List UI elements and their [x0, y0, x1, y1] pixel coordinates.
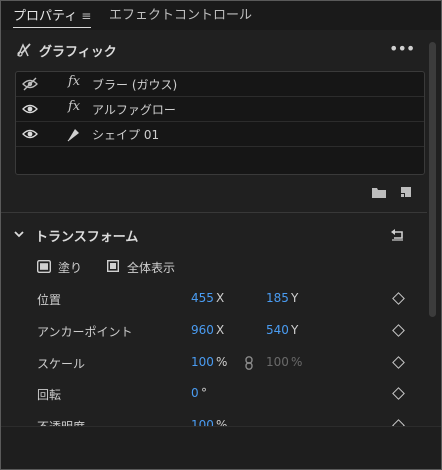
tab-effect-controls[interactable]: エフェクトコントロール [109, 6, 252, 26]
unit-percent: % [216, 355, 228, 369]
pen-icon [67, 129, 79, 142]
fx-icon: fx [68, 74, 81, 89]
graphics-layer-list: fx ブラー (ガウス) fx アルファグロー シェイプ 01 [15, 71, 425, 175]
section-divider [1, 212, 427, 213]
chevron-down-icon[interactable] [13, 228, 25, 240]
scale-height-value: 100 [266, 355, 289, 369]
tab-bar: プロパティ ≡ エフェクトコントロール [1, 1, 441, 30]
prop-row-scale: スケール 100 % 100 % [1, 355, 427, 375]
prop-row-anchor-point: アンカーポイント 960 X 540 Y [1, 323, 427, 343]
position-x-value[interactable]: 455 [191, 291, 214, 305]
keyframe-diamond-icon[interactable] [392, 387, 405, 400]
anchor-x-value[interactable]: 960 [191, 323, 214, 337]
graphics-section-title: グラフィック [39, 45, 117, 60]
panel-content: グラフィック ••• fx ブラー (ガウス) fx アルファグロー シェイプ … [1, 30, 427, 434]
transform-section-title[interactable]: トランスフォーム [35, 226, 138, 245]
rotation-value[interactable]: 0 [191, 386, 199, 400]
layer-row-alpha-glow[interactable]: fx アルファグロー [16, 97, 424, 122]
new-layer-icon[interactable] [399, 185, 413, 199]
fx-icon: fx [68, 99, 81, 114]
keyframe-diamond-icon[interactable] [392, 292, 405, 305]
layer-row-gaussian-blur[interactable]: fx ブラー (ガウス) [16, 72, 424, 97]
prop-label: スケール [37, 357, 86, 371]
panel-footer [1, 426, 441, 469]
reset-icon[interactable] [389, 227, 405, 241]
link-icon[interactable] [244, 356, 254, 370]
eye-icon[interactable] [22, 126, 38, 142]
tab-properties[interactable]: プロパティ ≡ [13, 6, 92, 28]
unit-y: Y [291, 291, 299, 305]
prop-label: 回転 [37, 388, 62, 402]
vertical-scrollbar[interactable] [427, 30, 439, 426]
eye-icon[interactable] [22, 101, 38, 117]
prop-label: 位置 [37, 293, 62, 307]
layer-name: アルファグロー [92, 103, 176, 117]
panel-menu-icon[interactable]: ≡ [81, 6, 91, 26]
fit-frame-icon[interactable] [107, 260, 119, 272]
keyframe-diamond-icon[interactable] [392, 324, 405, 337]
layer-name: シェイプ 01 [92, 128, 160, 142]
graphics-icon [17, 43, 31, 57]
more-options-icon[interactable]: ••• [389, 39, 415, 58]
fill-frame-icon[interactable] [37, 260, 51, 273]
anchor-y-value[interactable]: 540 [266, 323, 289, 337]
prop-label: アンカーポイント [37, 325, 133, 339]
layer-row-shape-01[interactable]: シェイプ 01 [16, 122, 424, 147]
prop-row-position: 位置 455 X 185 Y [1, 291, 427, 311]
eye-hidden-icon[interactable] [22, 76, 38, 92]
unit-percent: % [291, 355, 303, 369]
unit-x: X [216, 291, 225, 305]
tab-properties-label: プロパティ [13, 9, 78, 24]
new-folder-icon[interactable] [371, 185, 387, 199]
scrollbar-thumb[interactable] [429, 42, 436, 317]
position-y-value[interactable]: 185 [266, 291, 289, 305]
unit-degree: ° [201, 386, 207, 400]
keyframe-diamond-icon[interactable] [392, 356, 405, 369]
scale-value[interactable]: 100 [191, 355, 214, 369]
fill-label[interactable]: 塗り [58, 259, 82, 276]
layer-name: ブラー (ガウス) [92, 78, 178, 92]
prop-row-rotation: 回転 0 ° [1, 386, 427, 406]
fit-label[interactable]: 全体表示 [127, 259, 175, 276]
unit-y: Y [291, 323, 299, 337]
unit-x: X [216, 323, 225, 337]
properties-panel: プロパティ ≡ エフェクトコントロール グラフィック ••• fx ブラー (ガウ… [0, 0, 442, 470]
